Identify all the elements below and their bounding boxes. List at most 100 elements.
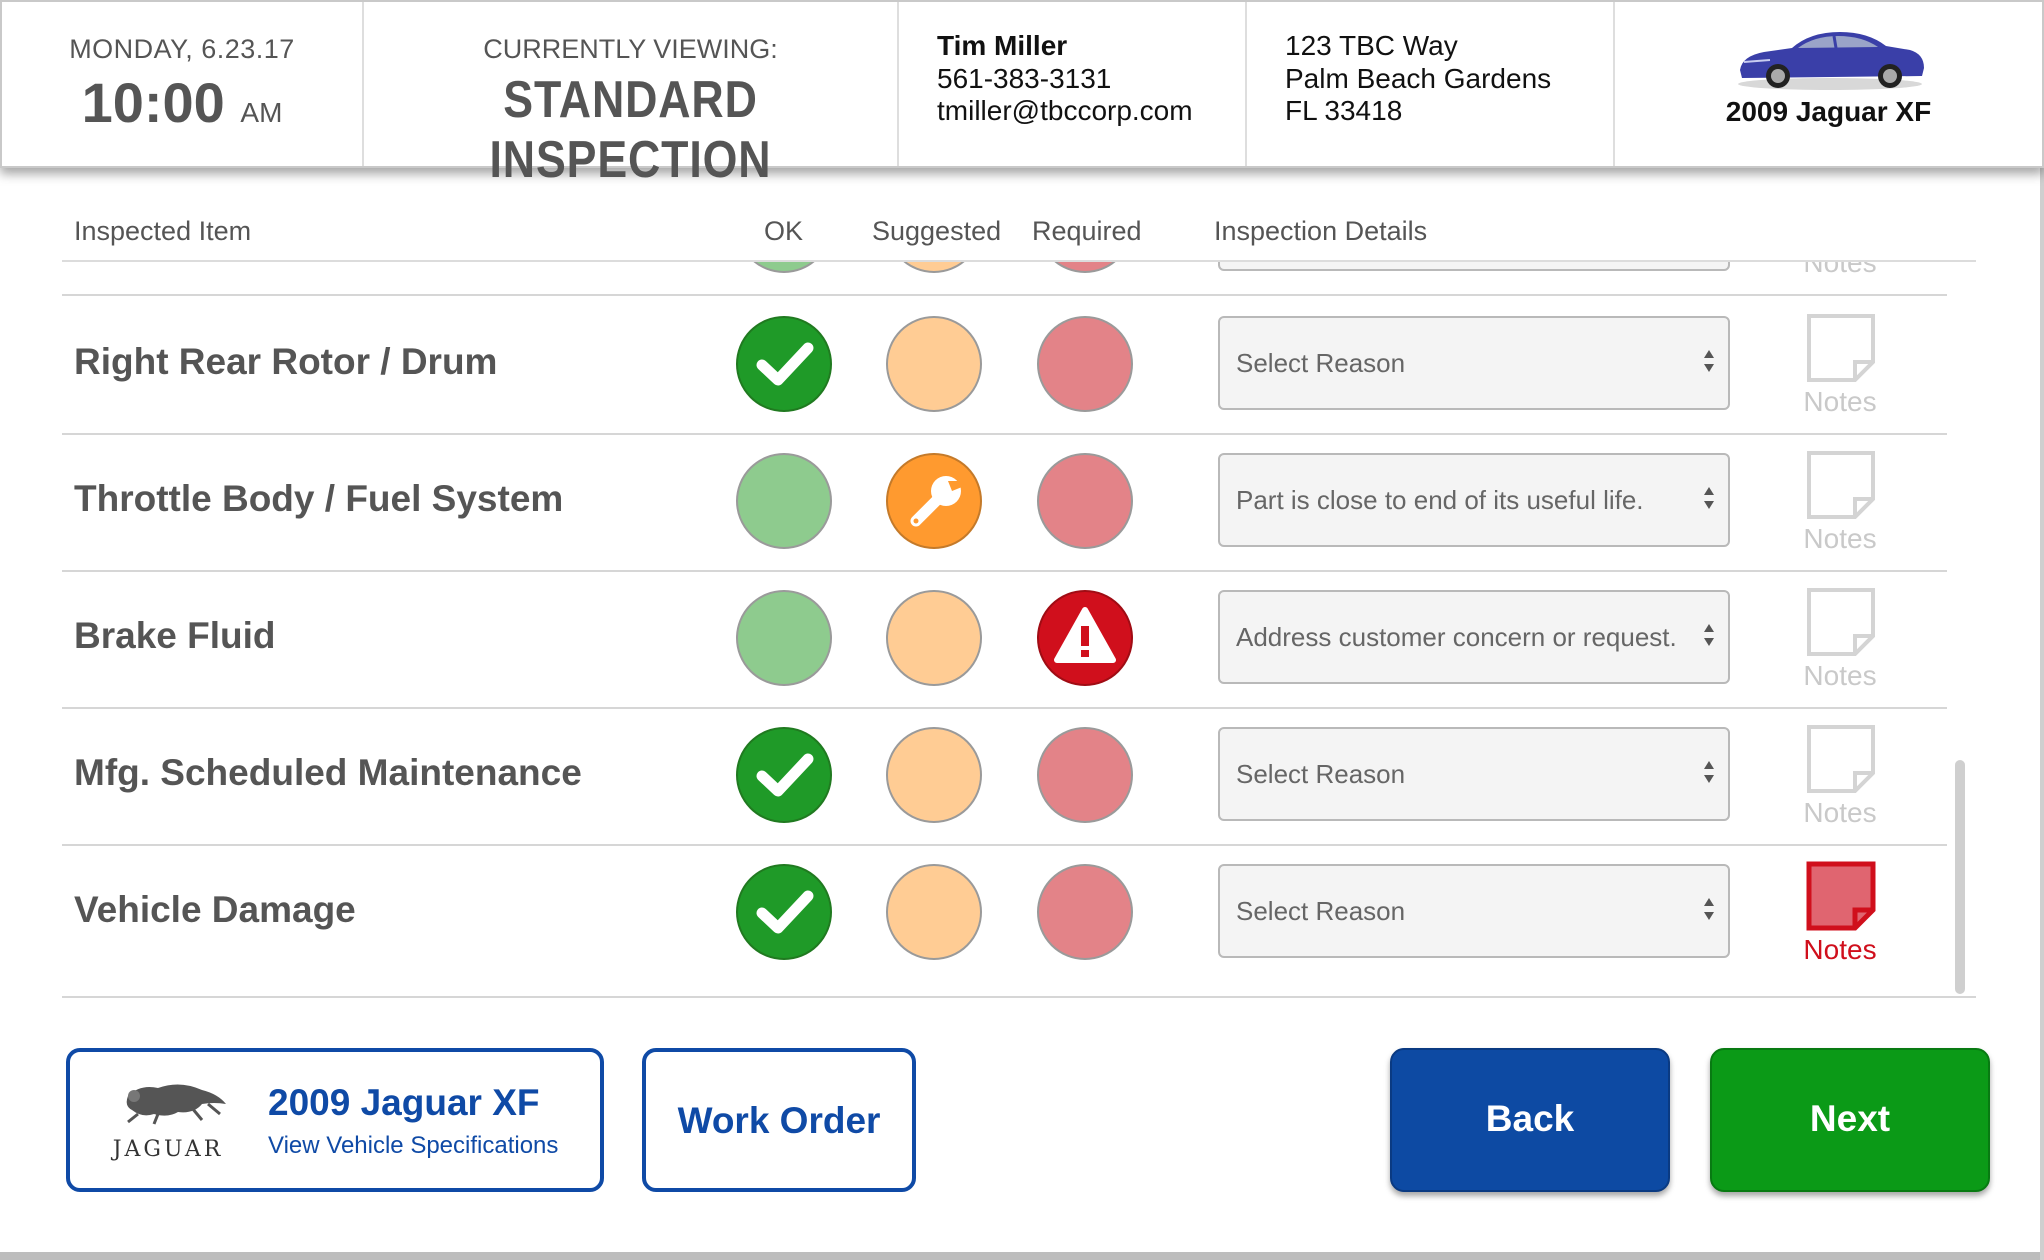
updown-arrows-icon xyxy=(1704,761,1714,783)
checkmark-icon xyxy=(756,342,814,386)
suggested-toggle[interactable] xyxy=(886,453,982,549)
date-time-panel: MONDAY, 6.23.17 10:00 AM xyxy=(2,2,364,166)
note-icon xyxy=(1807,588,1875,656)
vehicle-specs-button[interactable]: JAGUAR 2009 Jaguar XF View Vehicle Speci… xyxy=(66,1048,604,1192)
brand-text: JAGUAR xyxy=(111,1137,224,1162)
reason-select[interactable] xyxy=(1218,262,1730,271)
notes-button[interactable]: Notes xyxy=(1800,262,1880,287)
next-button[interactable]: Next xyxy=(1710,1048,1990,1192)
notes-label: Notes xyxy=(1803,523,1877,554)
frame-right-edge xyxy=(2040,0,2044,1260)
notes-label: Notes xyxy=(1803,386,1877,417)
notes-label: Notes xyxy=(1803,660,1877,691)
item-name: Throttle Body / Fuel System xyxy=(74,478,564,519)
col-header-ok: OK xyxy=(764,216,804,246)
col-header-suggested: Suggested xyxy=(872,216,1002,246)
checkmark-icon xyxy=(756,890,814,934)
required-toggle[interactable] xyxy=(1037,262,1133,273)
customer-name: Tim Miller xyxy=(937,30,1068,61)
date-label: MONDAY, 6.23.17 xyxy=(69,34,295,64)
jaguar-logo-icon: JAGUAR xyxy=(111,1084,226,1162)
notes-button[interactable]: Notes xyxy=(1800,312,1880,426)
reason-value: Address customer concern or request. xyxy=(1236,622,1677,652)
updown-arrows-icon xyxy=(1704,487,1714,509)
viewing-label: CURRENTLY VIEWING: xyxy=(483,34,778,64)
updown-arrows-icon xyxy=(1704,350,1714,372)
table-row: Notes xyxy=(62,262,1947,296)
table-scrollbar[interactable] xyxy=(1955,760,1965,994)
address-line2: Palm Beach Gardens xyxy=(1285,63,1552,94)
page-title: STANDARD INSPECTION xyxy=(489,71,772,189)
back-button[interactable]: Back xyxy=(1390,1048,1670,1192)
required-toggle[interactable] xyxy=(1037,727,1133,823)
notes-button[interactable]: Notes xyxy=(1800,860,1880,974)
warning-icon xyxy=(1054,607,1116,663)
table-row: Right Rear Rotor / Drum Select Reason No… xyxy=(62,298,1947,435)
car-image xyxy=(1738,32,1924,90)
ok-toggle[interactable] xyxy=(736,864,832,960)
suggested-toggle[interactable] xyxy=(886,864,982,960)
col-header-details: Inspection Details xyxy=(1214,216,1428,246)
item-name: Brake Fluid xyxy=(74,615,276,656)
item-name: Mfg. Scheduled Maintenance xyxy=(74,752,582,793)
reason-value: Select Reason xyxy=(1236,348,1406,378)
reason-select[interactable]: Select Reason xyxy=(1218,727,1730,821)
notes-label: Notes xyxy=(1803,797,1877,828)
address-line3: FL 33418 xyxy=(1285,95,1403,126)
inspection-table[interactable]: Notes Right Rear Rotor / Drum Select Rea… xyxy=(62,260,1976,998)
wrench-icon xyxy=(910,476,962,527)
required-toggle[interactable] xyxy=(1037,864,1133,960)
ok-toggle[interactable] xyxy=(736,262,832,273)
reason-value: Part is close to end of its useful life. xyxy=(1236,485,1644,515)
note-icon xyxy=(1807,314,1875,382)
vehicle-button-title: 2009 Jaguar XF xyxy=(268,1082,540,1123)
updown-arrows-icon xyxy=(1704,624,1714,646)
item-name: Right Rear Rotor / Drum xyxy=(74,341,498,382)
notes-button[interactable]: Notes xyxy=(1800,586,1880,700)
reason-select[interactable]: Address customer concern or request. xyxy=(1218,590,1730,684)
note-icon xyxy=(1807,451,1875,519)
address-panel: 123 TBC Way Palm Beach Gardens FL 33418 xyxy=(1247,2,1615,166)
table-row: Brake Fluid Address customer concern or … xyxy=(62,572,1947,709)
note-icon xyxy=(1807,725,1875,793)
notes-button[interactable]: Notes xyxy=(1800,723,1880,837)
next-label: Next xyxy=(1809,1098,1891,1139)
notes-label: Notes xyxy=(1803,260,1877,278)
reason-select[interactable]: Select Reason xyxy=(1218,316,1730,410)
time-value: 10:00 xyxy=(81,71,225,134)
ok-toggle[interactable] xyxy=(736,590,832,686)
suggested-toggle[interactable] xyxy=(886,262,982,273)
required-toggle[interactable] xyxy=(1037,453,1133,549)
suggested-toggle[interactable] xyxy=(886,727,982,823)
suggested-toggle[interactable] xyxy=(886,590,982,686)
reason-value: Select Reason xyxy=(1236,896,1406,926)
checkmark-icon xyxy=(756,753,814,797)
ampm-label: AM xyxy=(240,97,283,128)
ok-toggle[interactable] xyxy=(736,316,832,412)
updown-arrows-icon xyxy=(1704,898,1714,920)
table-row: Throttle Body / Fuel System Part is clos… xyxy=(62,435,1947,572)
work-order-button[interactable]: Work Order xyxy=(642,1048,916,1192)
back-label: Back xyxy=(1485,1098,1575,1139)
item-name: Vehicle Damage xyxy=(74,889,356,930)
required-toggle[interactable] xyxy=(1037,316,1133,412)
reason-value: Select Reason xyxy=(1236,759,1406,789)
vehicle-name: 2009 Jaguar XF xyxy=(1725,96,1932,127)
ok-toggle[interactable] xyxy=(736,727,832,823)
required-toggle[interactable] xyxy=(1037,590,1133,686)
col-header-item: Inspected Item xyxy=(74,216,252,246)
frame-bottom-edge xyxy=(0,1252,2044,1260)
address-line1: 123 TBC Way xyxy=(1285,30,1458,61)
ok-toggle[interactable] xyxy=(736,453,832,549)
vehicle-specs-link[interactable]: View Vehicle Specifications xyxy=(268,1132,558,1160)
vehicle-panel: 2009 Jaguar XF xyxy=(1615,2,2042,166)
reason-select[interactable]: Part is close to end of its useful life. xyxy=(1218,453,1730,547)
customer-email: tmiller@tbccorp.com xyxy=(937,95,1193,126)
customer-panel: Tim Miller 561-383-3131 tmiller@tbccorp.… xyxy=(899,2,1247,166)
notes-button[interactable]: Notes xyxy=(1800,449,1880,563)
suggested-toggle[interactable] xyxy=(886,316,982,412)
time-display: 10:00 AM xyxy=(2,70,362,135)
col-header-required: Required xyxy=(1032,216,1142,246)
reason-select[interactable]: Select Reason xyxy=(1218,864,1730,958)
table-row: Vehicle Damage Select Reason Notes xyxy=(62,846,1947,983)
